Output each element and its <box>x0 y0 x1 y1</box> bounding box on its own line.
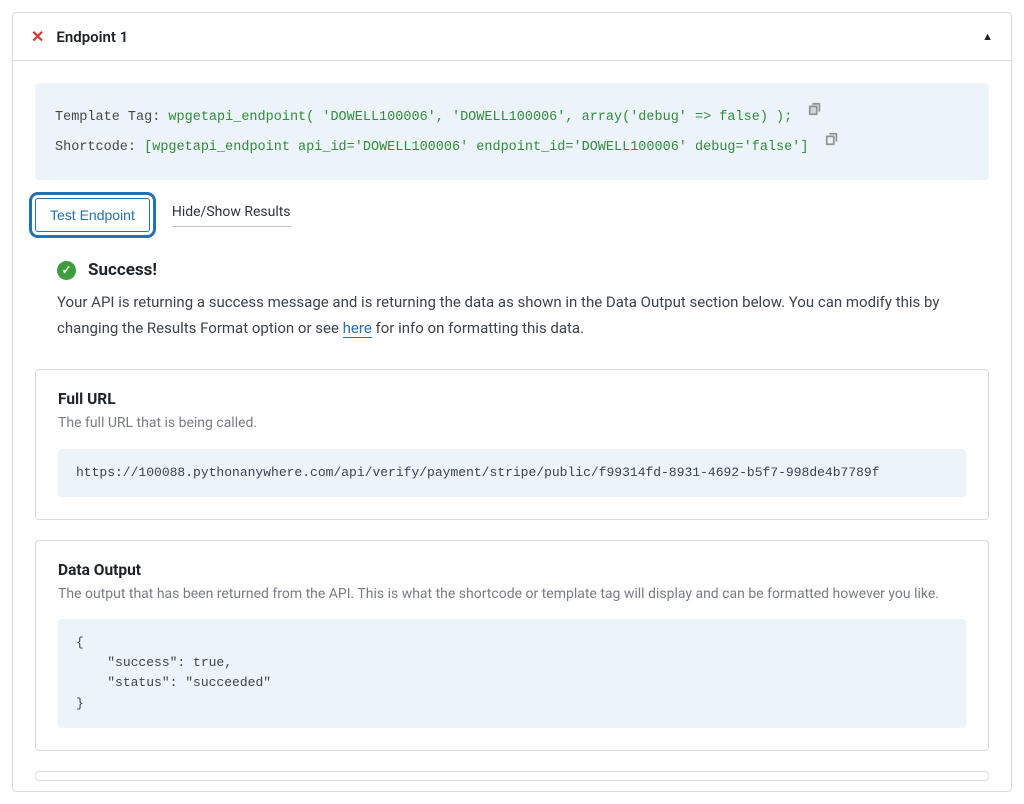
shortcode-label: Shortcode: <box>55 140 144 155</box>
data-output-title: Data Output <box>58 561 966 579</box>
full-url-value: https://100088.pythonanywhere.com/api/ve… <box>58 449 966 497</box>
success-title: Success! <box>88 260 157 280</box>
shortcode-row: Shortcode: [wpgetapi_endpoint api_id='DO… <box>55 131 969 161</box>
shortcode-value: [wpgetapi_endpoint api_id='DOWELL100006'… <box>144 140 808 155</box>
template-tag-value: wpgetapi_endpoint( 'DOWELL100006', 'DOWE… <box>168 110 792 125</box>
chevron-up-icon[interactable]: ▲ <box>982 30 993 43</box>
template-tag-label: Template Tag: <box>55 110 168 125</box>
panel-header-left: ✕ Endpoint 1 <box>31 27 128 46</box>
code-snippet-box: Template Tag: wpgetapi_endpoint( 'DOWELL… <box>35 83 989 180</box>
panel-header[interactable]: ✕ Endpoint 1 ▲ <box>13 13 1011 61</box>
success-link[interactable]: here <box>343 319 372 338</box>
check-icon: ✓ <box>57 261 76 280</box>
success-block: ✓ Success! Your API is returning a succe… <box>35 260 989 369</box>
copy-icon[interactable] <box>808 101 822 127</box>
full-url-sub: The full URL that is being called. <box>58 412 966 434</box>
close-icon[interactable]: ✕ <box>31 27 44 46</box>
full-url-title: Full URL <box>58 390 966 408</box>
success-text: Your API is returning a success message … <box>57 290 967 341</box>
full-url-card: Full URL The full URL that is being call… <box>35 369 989 520</box>
copy-icon[interactable] <box>825 131 839 157</box>
test-endpoint-button[interactable]: Test Endpoint <box>35 198 150 232</box>
endpoint-panel: ✕ Endpoint 1 ▲ Template Tag: wpgetapi_en… <box>12 12 1012 792</box>
success-text-after: for info on formatting this data. <box>372 319 584 337</box>
panel-body: Template Tag: wpgetapi_endpoint( 'DOWELL… <box>13 61 1011 791</box>
template-tag-row: Template Tag: wpgetapi_endpoint( 'DOWELL… <box>55 101 969 131</box>
toggle-results-link[interactable]: Hide/Show Results <box>172 204 291 227</box>
success-head: ✓ Success! <box>57 260 967 280</box>
next-card-placeholder <box>35 771 989 781</box>
panel-title: Endpoint 1 <box>56 28 128 46</box>
data-output-value: { "success": true, "status": "succeeded"… <box>58 619 966 728</box>
actions-row: Test Endpoint Hide/Show Results <box>35 198 989 232</box>
data-output-card: Data Output The output that has been ret… <box>35 540 989 751</box>
data-output-sub: The output that has been returned from t… <box>58 583 966 605</box>
